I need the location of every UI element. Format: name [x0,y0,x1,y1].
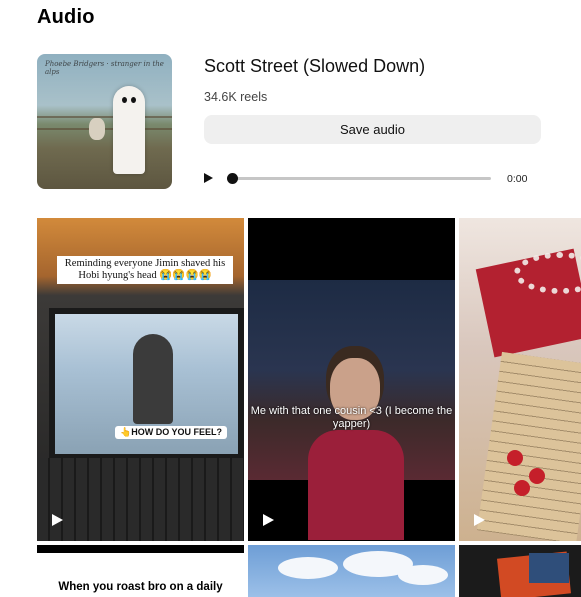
letter-image [476,351,581,541]
album-cover: Phoebe Bridgers · stranger in the alps [37,54,172,189]
save-audio-button[interactable]: Save audio [204,115,541,144]
cover-dog [89,118,105,140]
thumbnail-person [308,430,404,540]
progress-knob[interactable] [227,173,238,184]
reel-sticker: 👆HOW DO YOU FEEL? [115,426,228,439]
reel-play-icon [52,514,63,526]
rose-image [514,480,530,496]
cover-ghost-figure [113,86,145,174]
reel-tile[interactable]: Reminding everyone Jimin shaved his Hobi… [37,218,244,541]
reel-tile[interactable]: When you roast bro on a daily [37,545,244,597]
play-icon[interactable] [204,173,213,183]
reel-tile[interactable] [459,545,581,597]
reel-play-icon [474,514,485,526]
cloud-image [278,557,338,579]
reels-count: 34.6K reels [204,90,268,104]
laptop-keyboard [37,458,244,541]
reel-play-icon [263,514,274,526]
reel-caption: When you roast bro on a daily [58,581,223,593]
reel-thumbnail: 👆HOW DO YOU FEEL? [49,308,244,460]
reel-caption: Me with that one cousin <3 (I become the… [250,405,453,430]
time-label: 0:00 [507,173,528,185]
album-cover-text: Phoebe Bridgers · stranger in the alps [45,60,164,76]
reel-thumbnail [248,280,455,540]
cloud-image [398,565,448,585]
track-title: Scott Street (Slowed Down) [204,56,426,76]
page-title: Audio [37,6,95,28]
reel-caption: Reminding everyone Jimin shaved his Hobi… [57,256,233,284]
thumbnail-person [133,334,173,424]
tag-image [529,553,569,583]
reel-tile[interactable] [459,218,581,541]
rose-image [529,468,545,484]
reel-tile[interactable]: Me with that one cousin <3 (I become the… [248,218,455,541]
rose-image [507,450,523,466]
reel-tile[interactable] [248,545,455,597]
audio-progress-bar[interactable] [232,177,491,180]
